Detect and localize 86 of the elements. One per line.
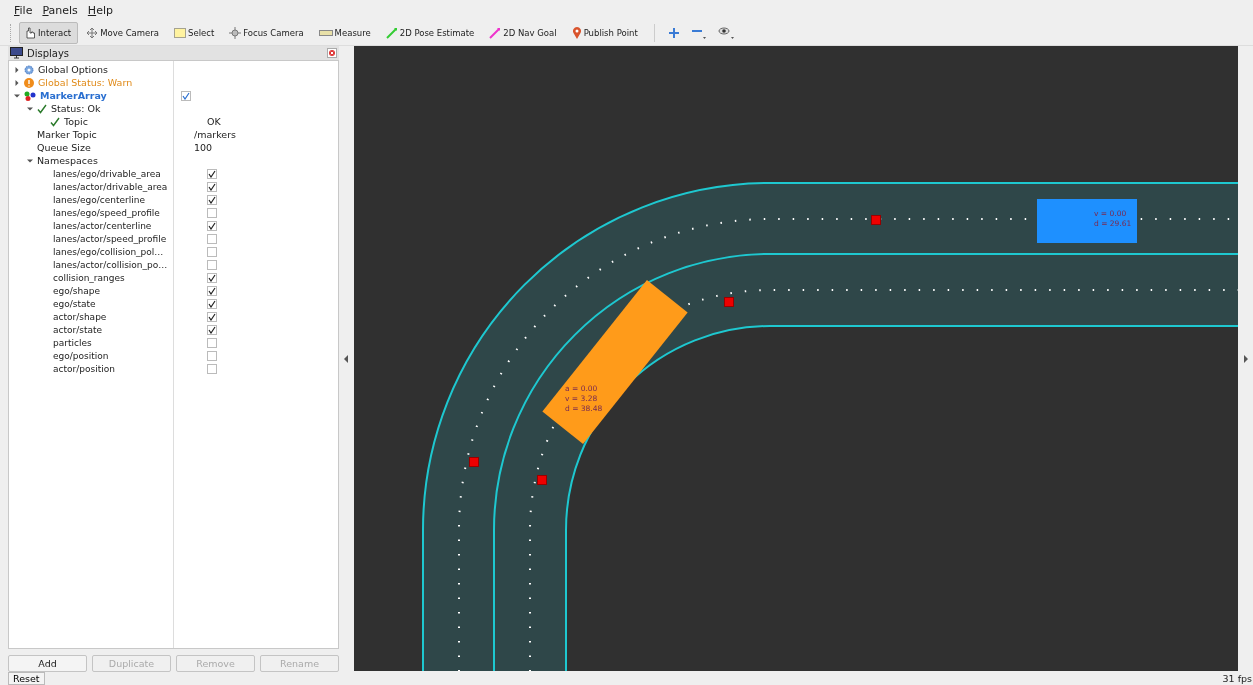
tree-item[interactable]: Namespaces [37, 155, 98, 166]
checkbox[interactable] [207, 285, 217, 296]
arrow-icon [385, 26, 398, 39]
tree-item[interactable]: Topic [64, 116, 88, 127]
toolbar-button[interactable]: Move Camera [81, 21, 167, 44]
fps-counter: 31 fps [1222, 673, 1252, 684]
expand-arrow-icon[interactable] [14, 92, 20, 99]
checkbox[interactable] [207, 168, 217, 179]
tree-item[interactable]: ego/shape [53, 285, 100, 296]
arrow-icon [489, 26, 502, 39]
checkbox[interactable] [207, 220, 217, 231]
expand-arrow-icon[interactable] [27, 157, 33, 164]
checkbox[interactable] [207, 259, 217, 270]
property-value: /markers [194, 129, 237, 140]
tree-item[interactable]: actor/shape [53, 311, 107, 322]
tree-item[interactable]: lanes/ego/speed_profile [53, 207, 160, 218]
tree-item[interactable]: Queue Size [37, 142, 91, 153]
toolbar-button[interactable]: Publish Point [566, 21, 645, 44]
gear-icon [24, 64, 34, 75]
checkbox[interactable] [207, 337, 217, 348]
collapse-arrow-icon[interactable] [1243, 355, 1248, 363]
toolbar-button[interactable]: 2D Pose Estimate [380, 21, 482, 44]
plus-icon[interactable] [667, 26, 680, 39]
tree-item[interactable]: lanes/ego/drivable_area [53, 168, 161, 179]
property-value: 100 [194, 142, 213, 153]
tree-item[interactable]: MarkerArray [40, 90, 107, 101]
tree-item[interactable]: ego/position [53, 350, 109, 361]
tree-item[interactable]: actor/state [53, 324, 103, 335]
expand-arrow-icon[interactable] [27, 105, 33, 112]
markers-icon [24, 90, 36, 101]
map-pin-icon [571, 26, 582, 39]
checkbox[interactable] [207, 350, 217, 361]
expand-arrow-icon[interactable] [14, 66, 20, 73]
checkbox[interactable] [207, 181, 217, 192]
toolbar-button[interactable]: Focus Camera [224, 21, 311, 44]
checkbox[interactable] [207, 194, 217, 205]
menu-item[interactable]: Help [87, 3, 113, 17]
menu-item[interactable]: File [14, 3, 33, 17]
toolbar-button[interactable]: Interact [19, 21, 79, 44]
reset-button[interactable]: Reset [8, 672, 45, 685]
check-icon [37, 103, 47, 114]
checkbox[interactable] [207, 311, 217, 322]
hand-icon [24, 26, 36, 39]
eye-icon[interactable] [717, 25, 736, 40]
menu-item[interactable]: Panels [42, 3, 78, 17]
panel-button[interactable]: Add [8, 655, 87, 672]
panel-title: Displays [27, 47, 71, 59]
property-value: OK [207, 116, 221, 127]
checkbox[interactable] [207, 363, 217, 374]
tree-item[interactable]: actor/position [53, 363, 115, 374]
collision-marker [723, 297, 734, 307]
tree-item[interactable]: Global Options [38, 64, 108, 75]
tree-item[interactable]: collision_ranges [53, 272, 125, 283]
checkbox[interactable] [207, 324, 217, 335]
tree-item[interactable]: lanes/ego/collision_pol… [53, 246, 164, 257]
checkbox[interactable] [207, 207, 217, 218]
ruler-icon [318, 29, 333, 36]
check-icon [50, 116, 60, 127]
tree-item[interactable]: Status: Ok [51, 103, 101, 114]
toolbar-button[interactable]: Select [169, 21, 222, 44]
checkbox[interactable] [181, 90, 191, 101]
toolbar-button[interactable]: 2D Nav Goal [484, 21, 564, 44]
crosshair-icon [229, 26, 242, 39]
tree-item[interactable]: lanes/actor/speed_profile [53, 233, 167, 244]
checkbox[interactable] [207, 298, 217, 309]
tree-item[interactable]: lanes/actor/drivable_area [53, 181, 168, 192]
selection-rectangle-icon [174, 27, 187, 38]
checkbox[interactable] [207, 246, 217, 257]
move-arrows-icon [86, 26, 99, 39]
expand-arrow-icon[interactable] [14, 79, 20, 86]
monitor-icon [10, 47, 23, 59]
tree-item[interactable]: lanes/ego/centerline [53, 194, 145, 205]
collision-marker [468, 457, 479, 467]
toolbar-button[interactable]: Measure [313, 21, 378, 44]
checkbox[interactable] [207, 272, 217, 283]
collapse-arrow-icon[interactable] [344, 355, 349, 363]
tree-item[interactable]: Marker Topic [37, 129, 97, 140]
close-icon[interactable] [327, 48, 337, 58]
warning-icon [24, 77, 34, 88]
tree-item[interactable]: particles [53, 337, 92, 348]
tree-item[interactable]: lanes/actor/collision_po… [53, 259, 168, 270]
tree-item[interactable]: ego/state [53, 298, 96, 309]
collision-marker [536, 475, 547, 485]
collision-marker [870, 215, 881, 225]
checkbox[interactable] [207, 233, 217, 244]
tree-item[interactable]: lanes/actor/centerline [53, 220, 152, 231]
